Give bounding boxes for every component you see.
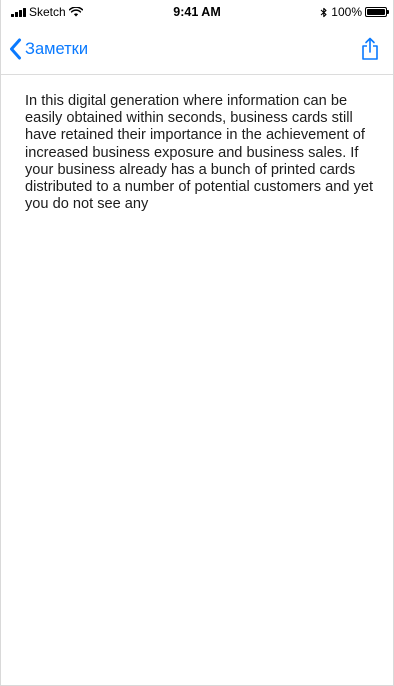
notes-screen: Sketch 9:41 AM 100% Заметки In this digi… (0, 0, 394, 686)
wifi-icon (68, 7, 83, 17)
chevron-left-icon (10, 38, 21, 60)
cellular-signal-icon (11, 7, 26, 17)
bluetooth-icon (320, 7, 327, 17)
note-text[interactable]: In this digital generation where informa… (25, 93, 385, 213)
battery-icon (365, 7, 389, 17)
status-bar: Sketch 9:41 AM 100% (1, 0, 393, 24)
back-button[interactable]: Заметки (9, 38, 88, 60)
carrier-name: Sketch (29, 5, 66, 19)
back-label: Заметки (25, 39, 89, 58)
battery-percent: 100% (331, 5, 362, 19)
battery-level (367, 9, 385, 15)
status-right: 100% (320, 5, 389, 19)
navigation-bar: Заметки (1, 24, 393, 75)
status-left: Sketch (11, 5, 83, 19)
share-icon (362, 37, 378, 60)
share-button[interactable] (359, 35, 381, 63)
